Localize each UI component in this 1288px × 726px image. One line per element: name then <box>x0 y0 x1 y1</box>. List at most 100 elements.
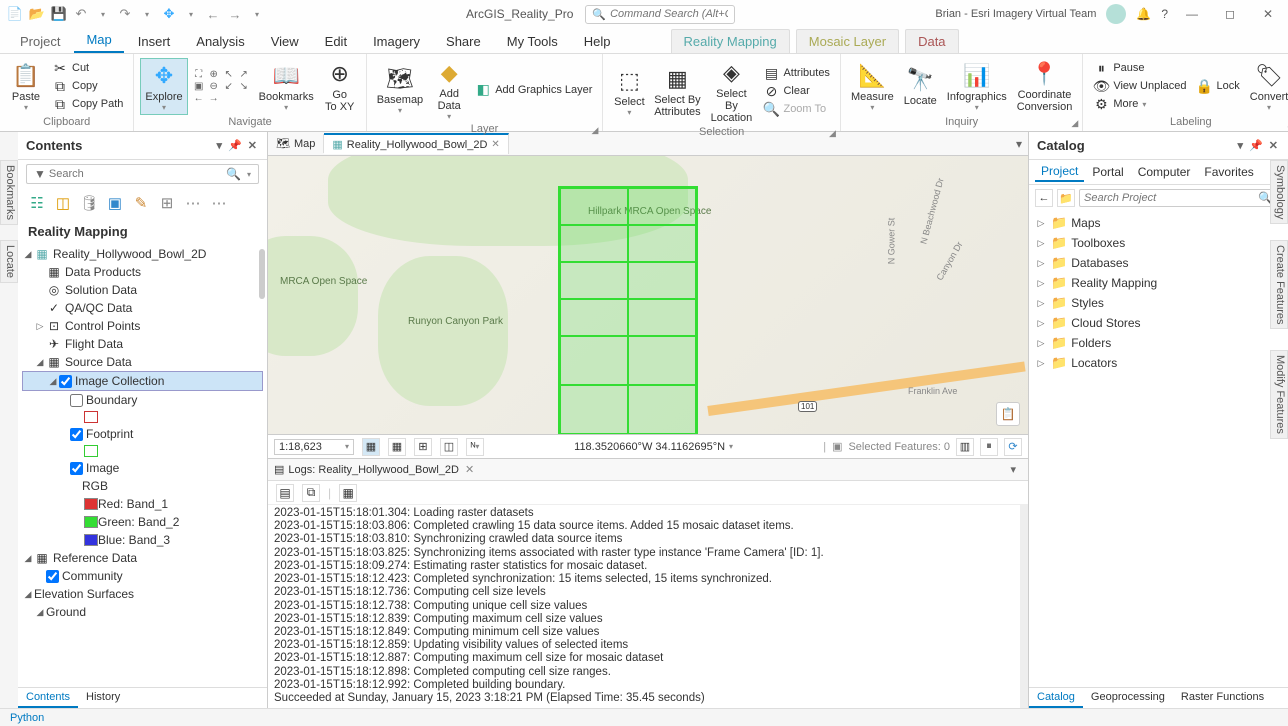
tree-scrollbar[interactable] <box>259 249 265 299</box>
catalog-item[interactable]: ▷📁Locators <box>1035 353 1282 373</box>
catalog-home-icon[interactable]: 📁 <box>1057 189 1075 207</box>
chevron-right-icon[interactable]: ▷ <box>1035 318 1047 329</box>
catalog-item[interactable]: ▷📁Reality Mapping <box>1035 273 1282 293</box>
list-selection-icon[interactable]: ▣ <box>104 192 126 214</box>
select-button[interactable]: ⬚Select▾ <box>609 64 649 119</box>
open-project-icon[interactable]: 📂 <box>28 5 46 23</box>
catalog-close-icon[interactable]: ✕ <box>1267 139 1280 152</box>
catalog-item[interactable]: ▷📁Databases <box>1035 253 1282 273</box>
tree-boundary[interactable]: Boundary <box>22 391 263 409</box>
chevron-right-icon[interactable]: ▷ <box>1035 298 1047 309</box>
catalog-item[interactable]: ▷📁Maps <box>1035 213 1282 233</box>
command-search-input[interactable] <box>610 8 728 20</box>
dynamic-text-button[interactable]: 📋 <box>996 402 1020 426</box>
convert-labels-button[interactable]: 🏷Convert▾ <box>1246 59 1288 114</box>
catalog-item[interactable]: ▷📁Cloud Stores <box>1035 313 1282 333</box>
panel-pin-icon[interactable]: 📌 <box>226 139 244 152</box>
tab-analysis[interactable]: Analysis <box>184 30 256 53</box>
user-avatar[interactable] <box>1106 4 1126 24</box>
footprint-checkbox[interactable] <box>70 428 83 441</box>
catalog-back-icon[interactable]: ← <box>1035 189 1053 207</box>
clear-selection-button[interactable]: ⊘Clear <box>759 82 833 100</box>
chevron-right-icon[interactable]: ▷ <box>1035 338 1047 349</box>
tree-flight-data[interactable]: ✈Flight Data <box>22 335 263 353</box>
bottom-tab-catalog[interactable]: Catalog <box>1029 688 1083 708</box>
filter-icon[interactable]: ▼ <box>31 167 49 181</box>
bookmarks-button[interactable]: 📖Bookmarks▾ <box>255 59 318 114</box>
zoom-to-button[interactable]: 🔍Zoom To <box>759 100 833 118</box>
undo-dropdown-icon[interactable]: ▾ <box>94 5 112 23</box>
catalog-tab-favorites[interactable]: Favorites <box>1198 163 1259 181</box>
tree-boundary-swatch[interactable] <box>22 409 263 425</box>
coord-conversion-button[interactable]: 📍Coordinate Conversion <box>1013 57 1077 115</box>
tree-ground[interactable]: ◢Ground <box>22 603 263 621</box>
lock-labels-button[interactable]: 🔒Lock <box>1193 77 1244 95</box>
maximize-button[interactable]: ◻ <box>1216 4 1244 24</box>
tab-edit[interactable]: Edit <box>313 30 359 53</box>
panel-close-icon[interactable]: ✕ <box>246 139 259 152</box>
new-project-icon[interactable]: 📄 <box>6 5 24 23</box>
tree-reference[interactable]: ◢▦Reference Data <box>22 549 263 567</box>
tree-community[interactable]: Community <box>22 567 263 585</box>
back-icon[interactable]: ← <box>204 5 222 23</box>
bottom-tab-geoprocessing[interactable]: Geoprocessing <box>1083 688 1173 708</box>
list-snapping-icon[interactable]: ⊞ <box>156 192 178 214</box>
copy-button[interactable]: ⧉Copy <box>48 77 127 95</box>
paste-button[interactable]: 📋Paste▾ <box>6 59 46 114</box>
catalog-tab-project[interactable]: Project <box>1035 162 1084 182</box>
catalog-pin-icon[interactable]: 📌 <box>1247 139 1265 152</box>
tab-imagery[interactable]: Imagery <box>361 30 432 53</box>
chevron-right-icon[interactable]: ▷ <box>1035 278 1047 289</box>
tree-data-products[interactable]: ▦Data Products <box>22 263 263 281</box>
rail-modify-features[interactable]: Modify Features <box>1270 350 1288 439</box>
select-by-location-button[interactable]: ◈Select By Location <box>705 56 757 126</box>
save-project-icon[interactable]: 💾 <box>50 5 68 23</box>
close-tab-icon[interactable]: ✕ <box>491 139 499 150</box>
contents-search[interactable]: ▼ 🔍 ▾ <box>26 164 259 184</box>
add-graphics-layer-button[interactable]: ◧Add Graphics Layer <box>471 81 596 99</box>
image-collection-checkbox[interactable] <box>59 375 72 388</box>
map-tab-reality[interactable]: ▦Reality_Hollywood_Bowl_2D✕ <box>324 133 508 154</box>
bottom-tab-rasterfn[interactable]: Raster Functions <box>1173 688 1272 708</box>
rail-create-features[interactable]: Create Features <box>1270 240 1288 329</box>
goto-xy-button[interactable]: ⊕Go To XY <box>320 57 360 115</box>
catalog-item[interactable]: ▷📁Folders <box>1035 333 1282 353</box>
tree-qaqc[interactable]: ✓QA/QC Data <box>22 299 263 317</box>
chevron-right-icon[interactable]: ▷ <box>1035 358 1047 369</box>
cut-button[interactable]: ✂Cut <box>48 59 127 77</box>
logs-content[interactable]: 2023-01-15T15:18:01.304: Loading raster … <box>268 505 1020 708</box>
pause-labels-button[interactable]: ⏸Pause <box>1089 59 1190 77</box>
catalog-tab-portal[interactable]: Portal <box>1086 163 1129 181</box>
chevron-right-icon[interactable]: ▷ <box>1035 218 1047 229</box>
undo-icon[interactable]: ↶ <box>72 5 90 23</box>
catalog-search-input[interactable] <box>1084 192 1258 204</box>
list-labeling-icon[interactable]: ⋯ <box>182 192 204 214</box>
notifications-icon[interactable]: 🔔 <box>1136 7 1151 21</box>
select-by-attributes-button[interactable]: ▦Select By Attributes <box>651 62 703 120</box>
image-checkbox[interactable] <box>70 462 83 475</box>
selection-options-icon[interactable]: ▥ <box>956 438 974 456</box>
search-icon[interactable]: 🔍 <box>223 167 244 181</box>
tree-image[interactable]: Image <box>22 459 263 477</box>
logs-scrollbar[interactable] <box>1020 505 1028 708</box>
nav-arrows[interactable]: ⛶⊕↖↗ ▣⊖↙↘ ←→ <box>192 69 251 104</box>
constraint-1-icon[interactable]: ▦ <box>362 438 380 456</box>
tab-share[interactable]: Share <box>434 30 493 53</box>
view-unplaced-button[interactable]: 👁View Unplaced <box>1089 77 1190 95</box>
infographics-button[interactable]: 📊Infographics▾ <box>943 59 1011 114</box>
attributes-button[interactable]: ▤Attributes <box>759 64 833 82</box>
grid-icon[interactable]: ◫ <box>440 438 458 456</box>
refresh-icon[interactable]: ⟳ <box>1004 438 1022 456</box>
boundary-checkbox[interactable] <box>70 394 83 407</box>
command-search[interactable]: 🔍 <box>585 5 735 24</box>
explore-dropdown-icon[interactable]: ▾ <box>182 5 200 23</box>
logs-close-icon[interactable]: ✕ <box>465 463 474 476</box>
list-source-icon[interactable]: ◫ <box>52 192 74 214</box>
explore-tool-icon[interactable]: ✥ <box>160 5 178 23</box>
tree-image-collection[interactable]: ◢Image Collection <box>22 371 263 391</box>
measure-button[interactable]: 📐Measure▾ <box>847 59 898 114</box>
tab-view[interactable]: View <box>259 30 311 53</box>
catalog-options-icon[interactable]: ▾ <box>1236 139 1246 152</box>
tree-footprint[interactable]: Footprint <box>22 425 263 443</box>
logs-tool-3-icon[interactable]: ▦ <box>339 484 357 502</box>
